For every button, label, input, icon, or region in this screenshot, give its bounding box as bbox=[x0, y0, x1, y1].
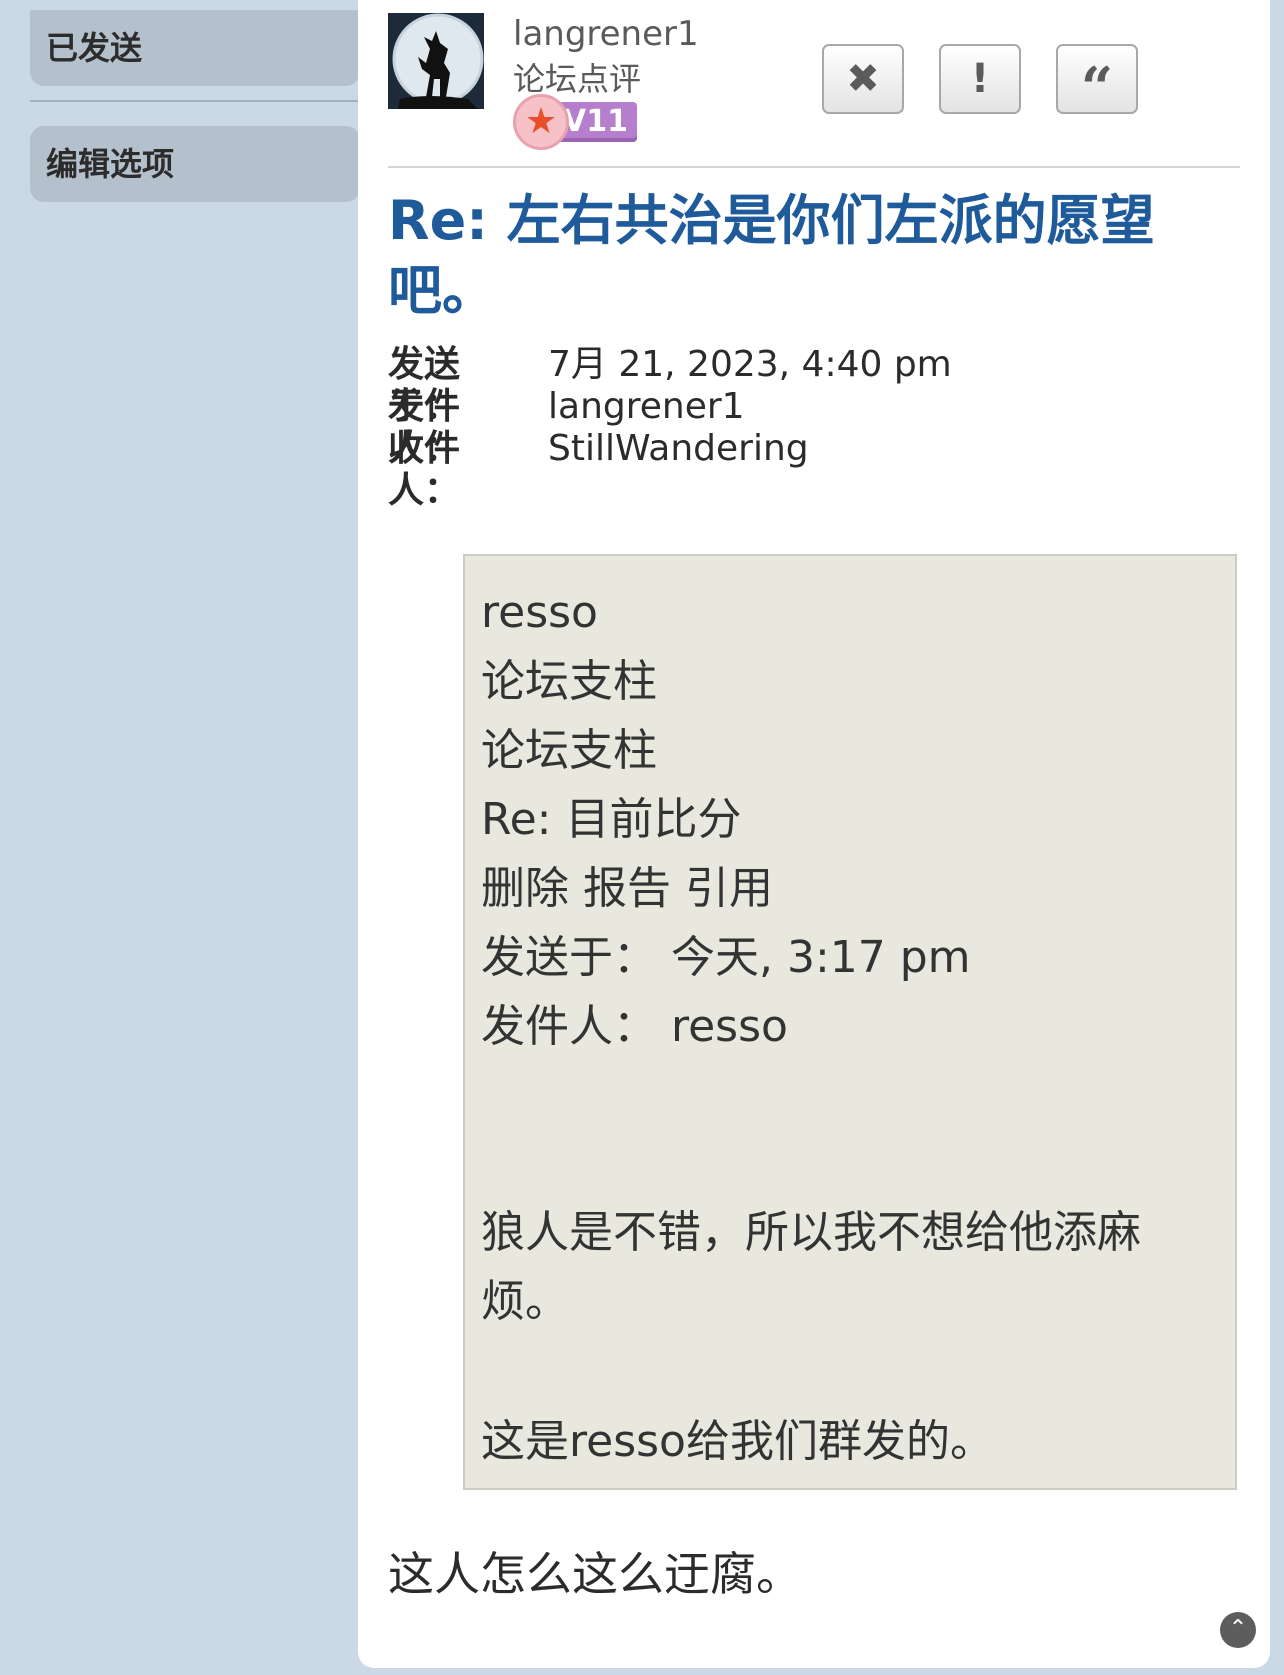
exclamation-icon: ! bbox=[970, 56, 990, 102]
quote-button[interactable]: “ bbox=[1056, 44, 1138, 121]
scroll-top-button[interactable]: ⌃ bbox=[1220, 1612, 1256, 1648]
sidebar-item-edit-options[interactable]: 编辑选项 bbox=[30, 126, 360, 202]
delete-button[interactable]: ✖ bbox=[822, 44, 904, 114]
sidebar-item-sent[interactable]: 已发送 bbox=[30, 10, 360, 86]
from-value[interactable]: langrener1 bbox=[548, 386, 745, 428]
to-value[interactable]: StillWandering bbox=[548, 428, 809, 470]
message-title: Re: 左右共治是你们左派的愿望吧。 bbox=[388, 189, 1155, 322]
avatar[interactable] bbox=[388, 13, 484, 109]
quote-line: 发件人： resso bbox=[481, 1001, 788, 1052]
close-icon: ✖ bbox=[846, 56, 880, 102]
quote-line: 删除 报告 引用 bbox=[481, 863, 773, 914]
quote-line: resso bbox=[481, 587, 598, 638]
author-username[interactable]: langrener1 bbox=[513, 14, 699, 54]
level-badge: LV11 ★ bbox=[513, 94, 637, 150]
werewolf-avatar-icon bbox=[388, 13, 484, 109]
quote-block: resso 论坛支柱 论坛支柱 Re: 目前比分 删除 报告 引用 发送于： 今… bbox=[463, 554, 1237, 1490]
clipped-text-fragment bbox=[765, 546, 965, 560]
to-label: 收件人： bbox=[388, 428, 461, 511]
quote-line: 发送于： 今天, 3:17 pm bbox=[481, 932, 971, 983]
message-body: 这人怎么这么迂腐。 bbox=[388, 1547, 802, 1601]
chevron-up-icon: ⌃ bbox=[1228, 1616, 1248, 1641]
quote-line: 论坛支柱 bbox=[481, 725, 657, 776]
quote-line: 论坛支柱 bbox=[481, 656, 657, 707]
quote-paragraph: 这是resso给我们群发的。 bbox=[481, 1416, 994, 1467]
report-button[interactable]: ! bbox=[939, 44, 1021, 114]
header-divider bbox=[388, 166, 1240, 168]
quote-line: Re: 目前比分 bbox=[481, 794, 742, 845]
star-icon: ★ bbox=[513, 94, 569, 150]
sidebar-divider bbox=[30, 100, 360, 102]
quote-icon: “ bbox=[1080, 55, 1114, 121]
sent-value: 7月 21, 2023, 4:40 pm bbox=[548, 344, 952, 385]
message-panel: langrener1 论坛点评 LV11 ★ ✖ ! “ Re: 左右共治是你们… bbox=[358, 0, 1270, 1668]
quote-paragraph: 狼人是不错，所以我不想给他添麻烦。 bbox=[481, 1207, 1141, 1327]
